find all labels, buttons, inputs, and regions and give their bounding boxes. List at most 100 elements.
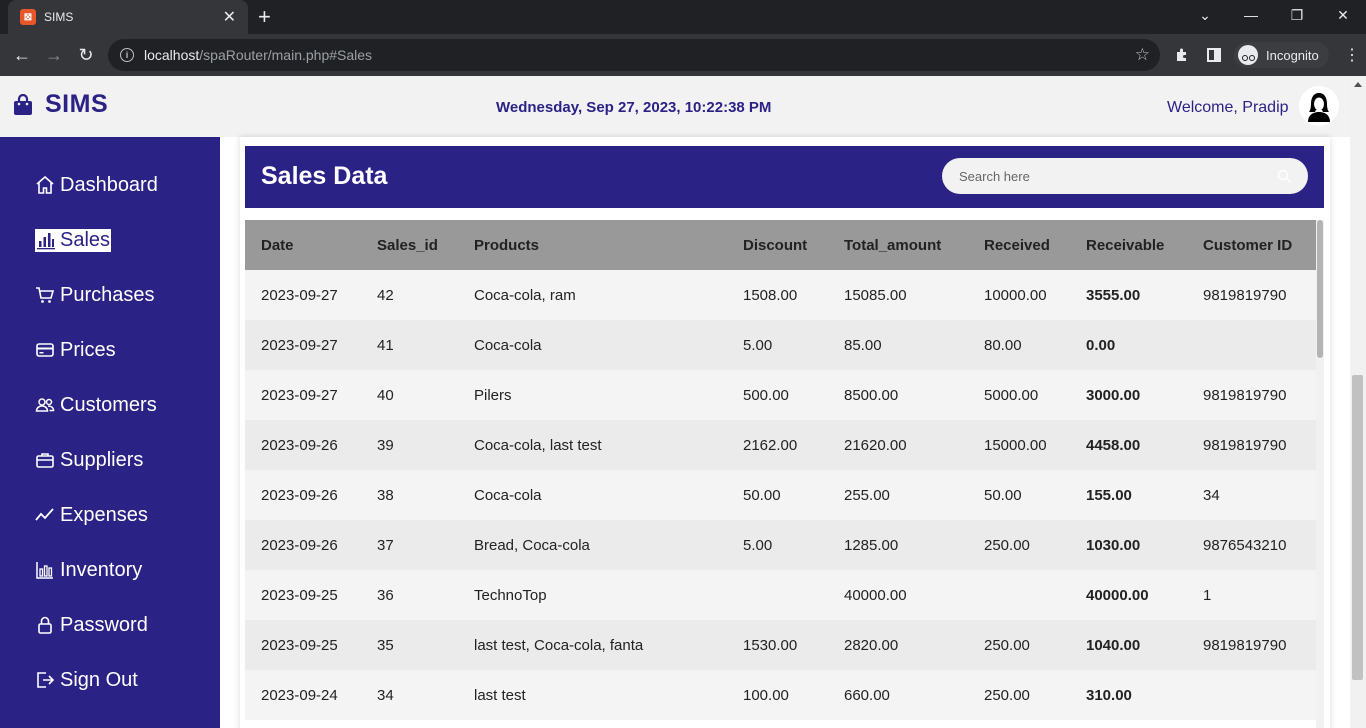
cell-total-amount: 85.00: [828, 320, 968, 370]
new-tab-icon[interactable]: +: [258, 4, 271, 30]
sales-table: Date Sales_id Products Discount Total_am…: [245, 220, 1316, 720]
briefcase-icon: [36, 453, 54, 468]
address-bar[interactable]: i localhost/spaRouter/main.php#Sales ☆: [108, 39, 1160, 71]
users-icon: [35, 398, 55, 412]
sidebar-item-label: Suppliers: [60, 448, 144, 471]
cell-customer-id: 9819819790: [1187, 370, 1316, 420]
cell-received: 50.00: [968, 470, 1070, 520]
restore-icon[interactable]: ❐: [1274, 0, 1320, 30]
cell-receivable: 1030.00: [1070, 520, 1187, 570]
app-header: SIMS Wednesday, Sep 27, 2023, 10:22:38 P…: [0, 76, 1350, 137]
cell-discount: 5.00: [727, 520, 828, 570]
cell-received: 15000.00: [968, 420, 1070, 470]
sidebar-item-prices[interactable]: Prices: [35, 335, 116, 365]
side-panel-icon[interactable]: [1202, 43, 1226, 67]
site-info-icon[interactable]: i: [120, 48, 134, 62]
column-header-discount[interactable]: Discount: [727, 220, 828, 270]
cell-customer-id: 9819819790: [1187, 620, 1316, 670]
table-row[interactable]: 2023-09-25 36 TechnoTop 40000.00 40000.00 1: [245, 570, 1316, 620]
table-row[interactable]: 2023-09-26 37 Bread, Coca-cola 5.00 1285.00 2…: [245, 520, 1316, 570]
column-header-sales-id[interactable]: Sales_id: [361, 220, 458, 270]
sales-card-header: Sales Data: [245, 146, 1324, 208]
incognito-icon: [1238, 45, 1258, 65]
window-close-icon[interactable]: ✕: [1320, 0, 1366, 30]
search-icon[interactable]: [1277, 169, 1291, 183]
tab-search-icon[interactable]: ⌄: [1182, 0, 1228, 30]
incognito-badge[interactable]: Incognito: [1234, 42, 1329, 68]
sidebar-item-label: Inventory: [60, 558, 143, 581]
cell-customer-id: 34: [1187, 470, 1316, 520]
table-row[interactable]: 2023-09-24 34 last test 100.00 660.00 250.00 3…: [245, 670, 1316, 720]
sidebar-item-expenses[interactable]: Expenses: [35, 500, 148, 530]
extensions-puzzle-icon[interactable]: [1170, 43, 1194, 67]
user-avatar[interactable]: [1299, 86, 1339, 126]
browser-menu-icon[interactable]: ⋮: [1340, 43, 1364, 67]
shopping-bag-icon: [14, 93, 32, 115]
table-header-row: Date Sales_id Products Discount Total_am…: [245, 220, 1316, 270]
cell-sales-id: 34: [361, 670, 458, 720]
bookmark-star-icon[interactable]: ☆: [1135, 45, 1150, 65]
table-row[interactable]: 2023-09-26 38 Coca-cola 50.00 255.00 50.00 155…: [245, 470, 1316, 520]
page-scrollbar-thumb[interactable]: [1352, 375, 1363, 680]
credit-card-icon: [36, 343, 54, 357]
cell-total-amount: 40000.00: [828, 570, 968, 620]
cell-products: Coca-cola: [458, 320, 727, 370]
column-header-received[interactable]: Received: [968, 220, 1070, 270]
cell-sales-id: 39: [361, 420, 458, 470]
cart-icon: [36, 287, 55, 303]
sidebar-item-label: Prices: [60, 338, 116, 361]
tab-title: SIMS: [44, 10, 74, 24]
sidebar-item-inventory[interactable]: Inventory: [35, 555, 142, 585]
cell-products: Coca-cola, last test: [458, 420, 727, 470]
sidebar-item-suppliers[interactable]: Suppliers: [35, 445, 143, 475]
cell-receivable: 155.00: [1070, 470, 1187, 520]
browser-tab[interactable]: ⊠ SIMS ✕: [8, 0, 248, 34]
url-host: localhost: [144, 47, 200, 63]
table-row[interactable]: 2023-09-27 42 Coca-cola, ram 1508.00 15085.0…: [245, 270, 1316, 320]
cell-total-amount: 21620.00: [828, 420, 968, 470]
cell-total-amount: 255.00: [828, 470, 968, 520]
cell-customer-id: [1187, 320, 1316, 370]
table-row[interactable]: 2023-09-27 40 Pilers 500.00 8500.00 5000.00 30…: [245, 370, 1316, 420]
sidebar-item-sign-out[interactable]: Sign Out: [35, 665, 138, 695]
forward-arrow-icon[interactable]: →: [41, 42, 67, 68]
cell-total-amount: 2820.00: [828, 620, 968, 670]
column-header-total-amount[interactable]: Total_amount: [828, 220, 968, 270]
sidebar-item-sales[interactable]: Sales: [35, 225, 112, 255]
inventory-chart-icon: [36, 562, 53, 579]
cell-total-amount: 660.00: [828, 670, 968, 720]
back-arrow-icon[interactable]: ←: [9, 42, 35, 68]
table-row[interactable]: 2023-09-25 35 last test, Coca-cola, fanta 1…: [245, 620, 1316, 670]
column-header-receivable[interactable]: Receivable: [1070, 220, 1187, 270]
search-input[interactable]: [942, 158, 1308, 194]
scroll-up-arrow-icon[interactable]: [1354, 82, 1362, 87]
column-header-products[interactable]: Products: [458, 220, 727, 270]
cell-date: 2023-09-27: [245, 270, 361, 320]
column-header-date[interactable]: Date: [245, 220, 361, 270]
sidebar-item-purchases[interactable]: Purchases: [35, 280, 155, 310]
cell-customer-id: 9819819790: [1187, 420, 1316, 470]
cell-received: 80.00: [968, 320, 1070, 370]
tab-close-icon[interactable]: ✕: [223, 7, 236, 27]
cell-date: 2023-09-25: [245, 620, 361, 670]
table-scrollbar-thumb[interactable]: [1317, 220, 1323, 358]
cell-sales-id: 38: [361, 470, 458, 520]
column-header-customer-id[interactable]: Customer ID: [1187, 220, 1316, 270]
table-row[interactable]: 2023-09-26 39 Coca-cola, last test 2162.00 2…: [245, 420, 1316, 470]
cell-sales-id: 37: [361, 520, 458, 570]
table-row[interactable]: 2023-09-27 41 Coca-cola 5.00 85.00 80.00 0.00: [245, 320, 1316, 370]
sidebar-item-password[interactable]: Password: [35, 610, 148, 640]
cell-discount: 1508.00: [727, 270, 828, 320]
cell-date: 2023-09-26: [245, 420, 361, 470]
user-avatar-icon: [1299, 86, 1339, 126]
cell-discount: 100.00: [727, 670, 828, 720]
cell-receivable: 3555.00: [1070, 270, 1187, 320]
sidebar-item-dashboard[interactable]: Dashboard: [35, 170, 158, 200]
cell-products: Bread, Coca-cola: [458, 520, 727, 570]
app-logo[interactable]: SIMS: [12, 90, 108, 119]
minimize-icon[interactable]: —: [1228, 0, 1274, 30]
cell-products: last test, Coca-cola, fanta: [458, 620, 727, 670]
reload-icon[interactable]: ↻: [73, 42, 99, 68]
sidebar-item-customers[interactable]: Customers: [35, 390, 157, 420]
cell-date: 2023-09-26: [245, 470, 361, 520]
